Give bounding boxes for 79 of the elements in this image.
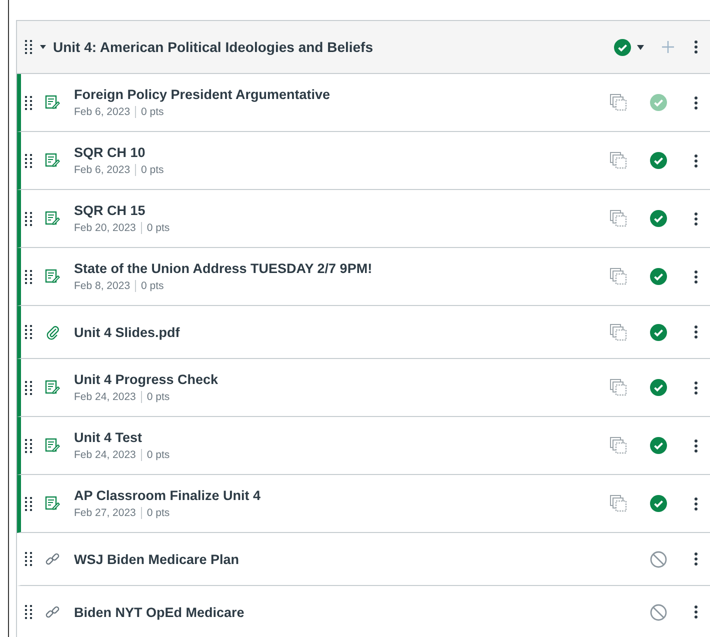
link-icon xyxy=(45,604,60,620)
module-item[interactable]: Unit 4 Progress Check Feb 24, 2023 0 pts xyxy=(17,359,710,417)
drag-handle-icon[interactable] xyxy=(25,154,33,168)
item-title[interactable]: Unit 4 Slides.pdf xyxy=(74,324,598,340)
more-options-icon[interactable] xyxy=(694,96,698,110)
assignment-icon xyxy=(45,153,60,168)
drag-handle-icon[interactable] xyxy=(25,40,33,54)
module-item[interactable]: SQR CH 10 Feb 6, 2023 0 pts xyxy=(17,132,710,190)
item-meta: Feb 6, 2023 0 pts xyxy=(74,164,165,176)
drag-handle-icon[interactable] xyxy=(25,438,33,452)
more-options-icon[interactable] xyxy=(694,270,698,284)
item-meta: Feb 6, 2023 0 pts xyxy=(74,106,165,118)
item-title[interactable]: Biden NYT OpEd Medicare xyxy=(74,604,598,620)
published-check-icon[interactable] xyxy=(650,268,666,285)
assignment-icon xyxy=(45,380,60,395)
duplicate-icon[interactable] xyxy=(610,94,626,111)
drag-handle-icon[interactable] xyxy=(25,496,33,510)
unpublished-icon[interactable] xyxy=(650,550,666,568)
more-options-icon[interactable] xyxy=(694,438,698,452)
unpublished-icon[interactable] xyxy=(650,604,666,620)
duplicate-icon[interactable] xyxy=(610,324,626,340)
caret-icon[interactable] xyxy=(637,44,644,50)
drag-handle-icon[interactable] xyxy=(25,380,33,394)
more-options-icon[interactable] xyxy=(694,496,698,510)
item-title[interactable]: AP Classroom Finalize Unit 4 xyxy=(74,488,598,503)
link-icon xyxy=(45,552,60,566)
item-title[interactable]: SQR CH 15 xyxy=(74,203,598,218)
paperclip-icon xyxy=(45,324,60,340)
duplicate-icon[interactable] xyxy=(610,495,626,512)
module-item[interactable]: AP Classroom Finalize Unit 4 Feb 27, 2023 0 pts xyxy=(17,475,710,533)
assignment-icon xyxy=(45,211,60,226)
assignment-icon xyxy=(45,95,60,110)
published-check-icon[interactable] xyxy=(650,324,666,340)
drag-handle-icon[interactable] xyxy=(25,552,33,566)
published-check-icon[interactable] xyxy=(650,94,666,111)
published-check-icon[interactable] xyxy=(650,152,666,169)
duplicate-icon[interactable] xyxy=(610,210,626,227)
module-title: Unit 4: American Political Ideologies and Beliefs xyxy=(53,39,374,55)
duplicate-icon[interactable] xyxy=(610,437,626,454)
item-meta: Feb 27, 2023 0 pts xyxy=(74,507,171,519)
item-title[interactable]: SQR CH 10 xyxy=(74,145,598,160)
assignment-icon xyxy=(45,496,60,511)
caret-icon[interactable] xyxy=(39,43,47,51)
more-options-icon[interactable] xyxy=(694,605,698,619)
drag-handle-icon[interactable] xyxy=(25,96,33,110)
more-options-icon[interactable] xyxy=(694,552,698,566)
item-meta: Feb 24, 2023 0 pts xyxy=(74,391,171,403)
module-item[interactable]: Foreign Policy President Argumentative Feb 6, 2023 0 pts xyxy=(17,74,710,132)
module-item[interactable]: Unit 4 Test Feb 24, 2023 0 pts xyxy=(17,417,710,475)
duplicate-icon[interactable] xyxy=(610,379,626,396)
duplicate-icon[interactable] xyxy=(610,268,626,285)
drag-handle-icon[interactable] xyxy=(25,325,33,339)
module-item[interactable]: Unit 4 Slides.pdf xyxy=(17,306,710,359)
item-title[interactable]: Foreign Policy President Argumentative xyxy=(74,87,598,102)
more-options-icon[interactable] xyxy=(694,380,698,394)
assignment-icon xyxy=(45,438,60,453)
published-check-icon[interactable] xyxy=(650,437,666,454)
more-options-icon[interactable] xyxy=(694,325,698,339)
published-check-icon[interactable] xyxy=(650,379,666,396)
item-title[interactable]: Unit 4 Test xyxy=(74,430,598,445)
module-item[interactable]: SQR CH 15 Feb 20, 2023 0 pts xyxy=(17,190,710,248)
drag-handle-icon[interactable] xyxy=(25,270,33,284)
drag-handle-icon[interactable] xyxy=(25,605,33,619)
item-meta: Feb 20, 2023 0 pts xyxy=(74,222,171,234)
more-options-icon[interactable] xyxy=(694,212,698,226)
item-title[interactable]: WSJ Biden Medicare Plan xyxy=(74,552,598,566)
more-options-icon[interactable] xyxy=(694,40,698,54)
assignment-icon xyxy=(45,269,60,284)
published-check-icon[interactable] xyxy=(614,38,631,56)
module-item[interactable]: State of the Union Address TUESDAY 2/7 9PM! Feb 8, 2023 0 pts xyxy=(17,248,710,306)
drag-handle-icon[interactable] xyxy=(25,212,33,226)
duplicate-icon[interactable] xyxy=(610,152,626,169)
item-title[interactable]: Unit 4 Progress Check xyxy=(74,372,598,387)
published-check-icon[interactable] xyxy=(650,495,666,512)
item-title[interactable]: State of the Union Address TUESDAY 2/7 9PM! xyxy=(74,261,598,276)
published-check-icon[interactable] xyxy=(650,210,666,227)
more-options-icon[interactable] xyxy=(694,154,698,168)
item-meta: Feb 8, 2023 0 pts xyxy=(74,280,165,292)
item-meta: Feb 24, 2023 0 pts xyxy=(74,449,171,461)
